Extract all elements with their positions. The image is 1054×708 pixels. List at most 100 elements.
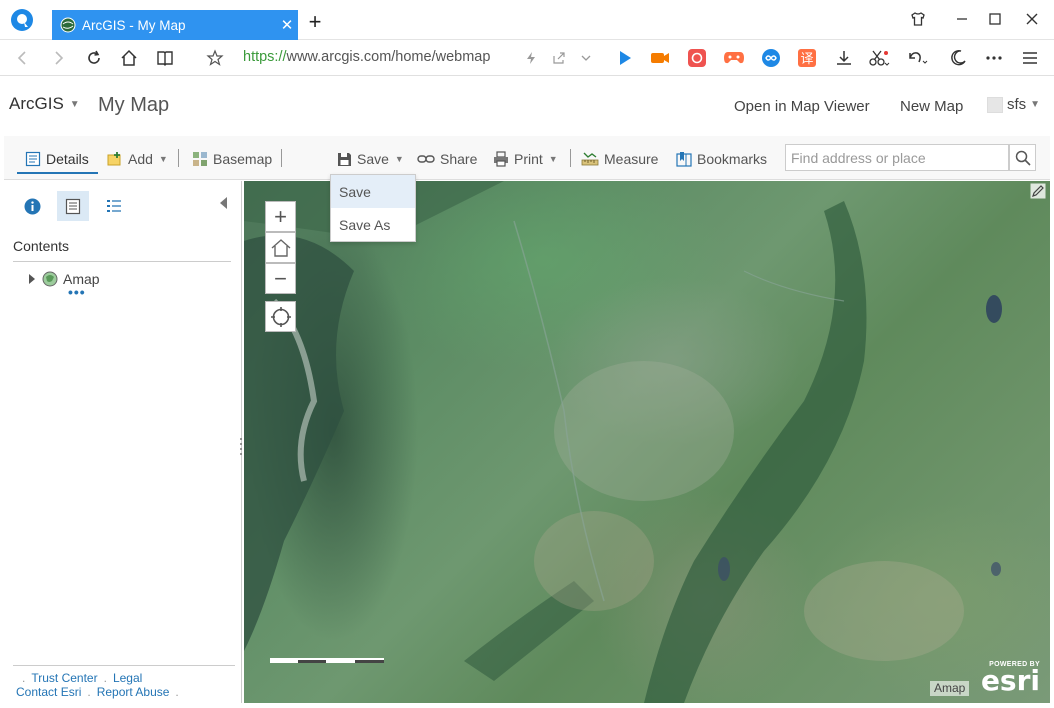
tab-close-icon[interactable]: ✕ bbox=[276, 16, 298, 34]
translate-icon[interactable]: 译 bbox=[796, 47, 818, 69]
back-icon[interactable] bbox=[12, 47, 34, 69]
more-options-icon[interactable] bbox=[983, 47, 1005, 69]
reader-book-icon[interactable] bbox=[154, 47, 176, 69]
panel-resize-handle[interactable] bbox=[239, 436, 243, 456]
search-icon bbox=[1015, 150, 1031, 166]
save-button[interactable]: Save ▼ bbox=[337, 148, 404, 170]
details-icon bbox=[25, 151, 41, 167]
user-name: sfs bbox=[1007, 96, 1027, 113]
scissors-icon[interactable] bbox=[868, 47, 890, 69]
footer-divider bbox=[13, 665, 235, 666]
maximize-icon[interactable] bbox=[983, 8, 1007, 30]
chevron-down-icon: ▼ bbox=[1030, 99, 1041, 110]
tab-title: ArcGIS - My Map bbox=[82, 17, 186, 33]
bookmarks-button[interactable]: Bookmarks bbox=[676, 148, 767, 170]
user-menu[interactable]: sfs ▼ bbox=[987, 96, 1040, 113]
share-page-icon[interactable] bbox=[548, 47, 570, 69]
esri-wordmark: esri bbox=[980, 664, 1040, 697]
bookmarks-icon bbox=[676, 152, 692, 167]
active-tab-indicator bbox=[17, 172, 98, 174]
arcgis-header: ArcGIS ▼ My Map Open in Map Viewer New M… bbox=[0, 76, 1054, 136]
download-icon[interactable] bbox=[833, 47, 855, 69]
footer-separator: . bbox=[175, 685, 179, 699]
reload-icon[interactable] bbox=[83, 47, 105, 69]
forward-icon[interactable] bbox=[47, 47, 69, 69]
browser-titlebar: ArcGIS - My Map ✕ + bbox=[0, 0, 1054, 40]
footer-separator: . bbox=[103, 671, 107, 685]
new-tab-button[interactable]: + bbox=[304, 11, 326, 34]
toolbar-divider bbox=[570, 149, 571, 167]
footer-separator: . bbox=[22, 671, 26, 685]
default-extent-button[interactable] bbox=[265, 232, 296, 263]
measure-button[interactable]: Measure bbox=[581, 148, 658, 170]
url-protocol: https:// bbox=[243, 49, 287, 65]
bookmark-star-icon[interactable] bbox=[204, 47, 226, 69]
search-input[interactable] bbox=[786, 145, 1008, 170]
legend-tab[interactable] bbox=[98, 191, 130, 221]
share-button[interactable]: Share bbox=[417, 148, 477, 170]
browser-tab[interactable]: ArcGIS - My Map ✕ bbox=[52, 10, 298, 40]
details-button[interactable]: Details bbox=[25, 148, 89, 170]
night-mode-icon[interactable] bbox=[947, 47, 969, 69]
measure-ruler-icon bbox=[581, 152, 599, 166]
hamburger-menu-icon[interactable] bbox=[1019, 47, 1041, 69]
basemap-grid-icon bbox=[193, 152, 207, 166]
contact-esri-link[interactable]: Contact Esri bbox=[16, 685, 81, 699]
locate-button[interactable] bbox=[265, 301, 296, 332]
edit-pencil-icon[interactable] bbox=[1030, 183, 1046, 199]
layer-more-options-icon[interactable]: ••• bbox=[68, 285, 86, 299]
collapse-panel-icon[interactable] bbox=[220, 197, 227, 209]
chevron-down-icon: ▼ bbox=[394, 154, 404, 164]
home-icon bbox=[271, 238, 290, 257]
gamepad-icon[interactable] bbox=[723, 47, 745, 69]
zoom-out-button[interactable]: − bbox=[265, 263, 296, 294]
contents-heading: Contents bbox=[13, 238, 70, 254]
floppy-disk-icon bbox=[338, 152, 351, 166]
minimize-icon[interactable] bbox=[950, 8, 974, 30]
link-chain-icon bbox=[417, 155, 435, 163]
undo-icon[interactable] bbox=[906, 47, 928, 69]
search-button[interactable] bbox=[1009, 144, 1036, 171]
map-view[interactable]: + − Amap POWERED BY esri bbox=[244, 181, 1050, 703]
arcgis-favicon-icon bbox=[60, 17, 76, 33]
expand-triangle-icon[interactable] bbox=[29, 274, 35, 284]
url-dropdown-icon[interactable] bbox=[575, 47, 597, 69]
about-tab[interactable] bbox=[16, 191, 48, 221]
open-in-map-viewer-link[interactable]: Open in Map Viewer bbox=[734, 98, 870, 115]
trust-center-link[interactable]: Trust Center bbox=[31, 671, 97, 685]
basemap-button[interactable]: Basemap bbox=[192, 148, 272, 170]
search-field[interactable] bbox=[785, 144, 1009, 171]
mall-icon[interactable] bbox=[686, 47, 708, 69]
content-tab[interactable] bbox=[57, 191, 89, 221]
details-label: Details bbox=[46, 151, 89, 167]
attribution-label: Amap bbox=[930, 681, 970, 696]
menu-item-save-as[interactable]: Save As bbox=[331, 208, 415, 241]
infinity-icon[interactable] bbox=[760, 47, 782, 69]
url-bar[interactable]: https://www.arcgis.com/home/webmap bbox=[243, 49, 490, 65]
brand-label: ArcGIS bbox=[9, 94, 64, 113]
print-button[interactable]: Print ▼ bbox=[493, 148, 558, 170]
toolbar-divider bbox=[281, 149, 282, 167]
close-window-icon[interactable] bbox=[1020, 8, 1044, 30]
save-label: Save bbox=[357, 151, 389, 167]
content-list-icon bbox=[65, 198, 81, 214]
toolbar-divider bbox=[178, 149, 179, 167]
add-layer-icon bbox=[107, 152, 121, 166]
footer-separator: . bbox=[87, 685, 91, 699]
brand-menu[interactable]: ArcGIS ▼ bbox=[9, 94, 80, 114]
zoom-in-button[interactable]: + bbox=[265, 201, 296, 232]
report-abuse-link[interactable]: Report Abuse bbox=[97, 685, 170, 699]
browser-logo-icon bbox=[11, 9, 33, 31]
legal-link[interactable]: Legal bbox=[113, 671, 142, 685]
camera-icon[interactable] bbox=[649, 47, 671, 69]
home-icon[interactable] bbox=[118, 47, 140, 69]
info-icon bbox=[24, 198, 40, 214]
shirt-icon[interactable] bbox=[906, 8, 930, 30]
details-panel: Contents Amap ••• . Trust Center. Legal Co… bbox=[4, 181, 242, 703]
new-map-link[interactable]: New Map bbox=[900, 98, 963, 115]
add-button[interactable]: Add ▼ bbox=[107, 148, 168, 170]
layer-item[interactable]: Amap bbox=[29, 271, 100, 287]
menu-item-save[interactable]: Save bbox=[331, 175, 415, 208]
video-play-icon[interactable] bbox=[614, 47, 636, 69]
lightning-icon[interactable] bbox=[520, 47, 542, 69]
